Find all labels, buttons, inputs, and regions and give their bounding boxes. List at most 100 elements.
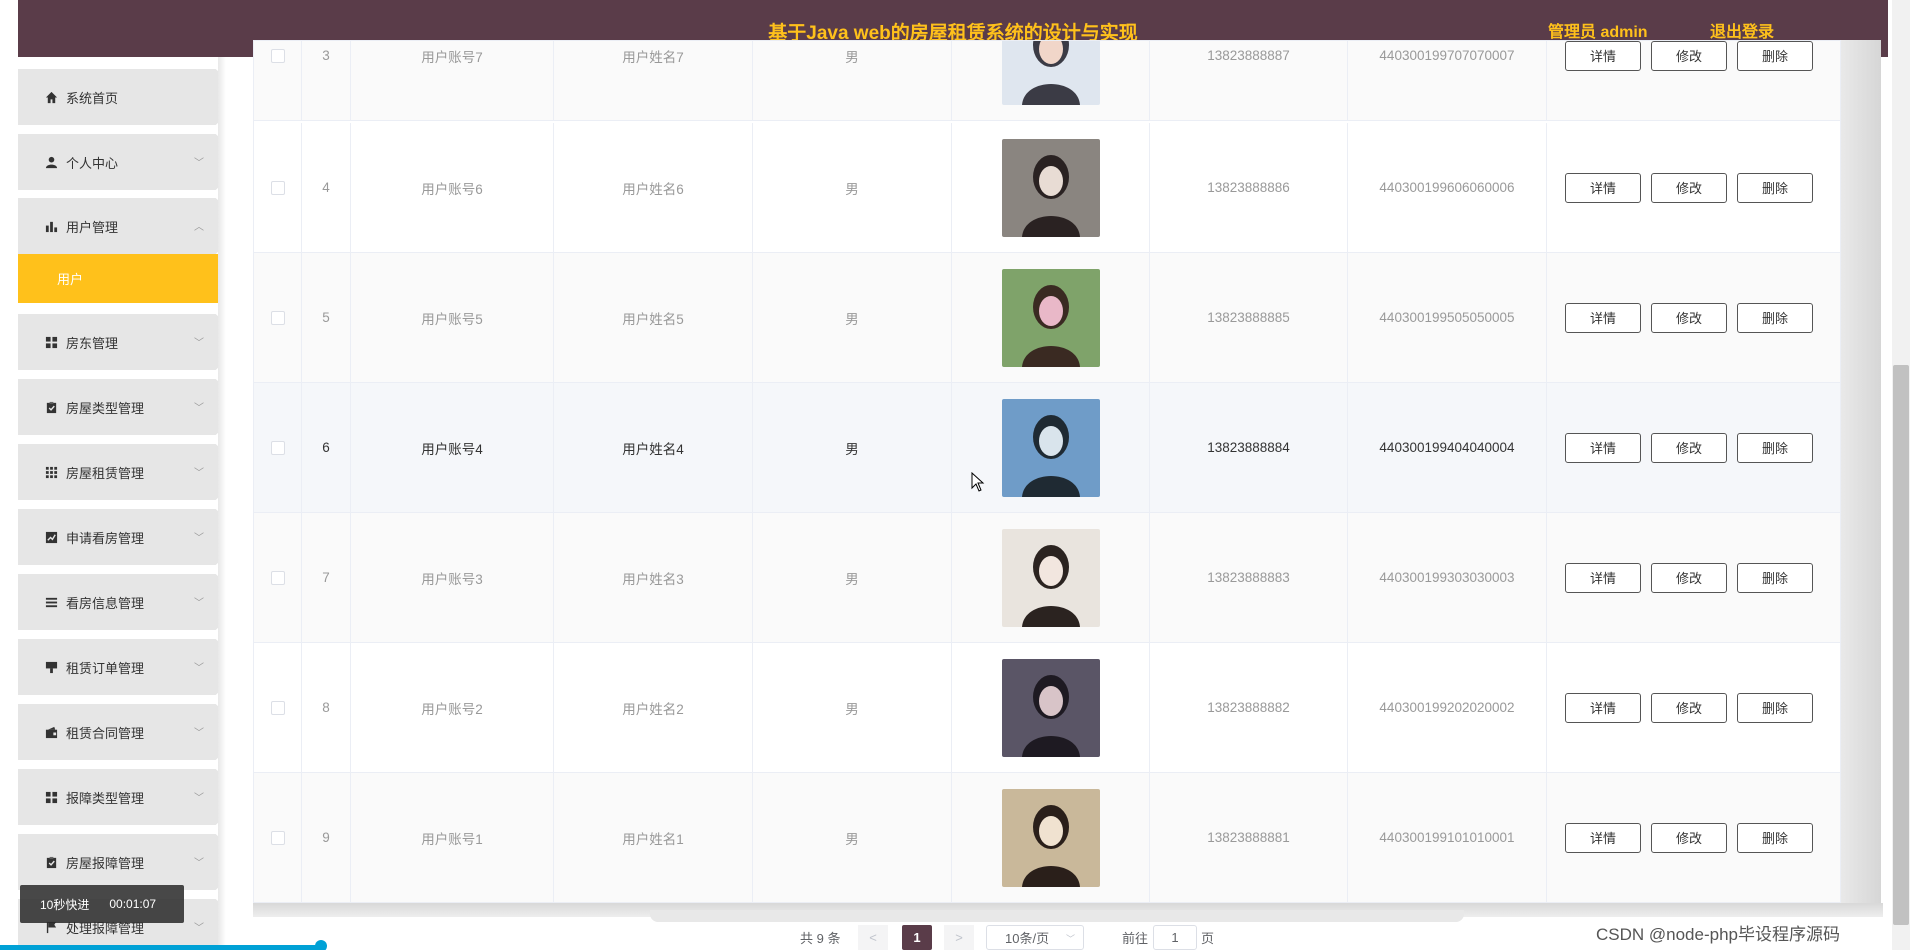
video-progress-handle[interactable] [315,940,327,950]
table-row[interactable]: 4 用户账号6 用户姓名6 男 13823888886 4403001996060600… [254,123,1840,253]
edit-button[interactable]: 修改 [1651,562,1727,593]
row-checkbox-cell [254,643,302,772]
cell-gender-text: 男 [845,49,859,65]
row-checkbox[interactable] [270,48,285,63]
cell-name: 用户姓名6 [554,123,753,252]
cell-index-text: 9 [322,830,330,845]
row-checkbox[interactable] [270,440,285,455]
cell-name: 用户姓名7 [554,41,753,120]
cell-index: 8 [302,643,351,772]
edit-button[interactable]: 修改 [1651,172,1727,203]
sidebar-item-viewing-requests[interactable]: 申请看房管理 ﹀ [18,509,224,565]
row-checkbox[interactable] [270,700,285,715]
table-row[interactable]: 3 用户账号7 用户姓名7 男 13823888887 4403001997070700… [254,41,1840,121]
page-size-select[interactable]: 10条/页 ﹀ [986,925,1084,950]
table-row[interactable]: 7 用户账号3 用户姓名3 男 13823888883 4403001993030300… [254,513,1840,643]
cell-phone: 13823888884 [1150,383,1348,512]
home-icon [44,90,58,104]
detail-button[interactable]: 详情 [1565,172,1641,203]
detail-button[interactable]: 详情 [1565,692,1641,723]
edit-button[interactable]: 修改 [1651,432,1727,463]
cell-id-card: 440300199101010001 [1348,773,1547,902]
chevron-down-icon: ﹀ [194,338,204,349]
grid-icon [44,790,58,804]
row-checkbox[interactable] [270,570,285,585]
page-number-current[interactable]: 1 [902,925,932,950]
user-photo [1001,658,1100,757]
row-checkbox[interactable] [270,830,285,845]
cell-name: 用户姓名2 [554,643,753,772]
delete-button[interactable]: 删除 [1737,432,1813,463]
table-row[interactable]: 6 用户账号4 用户姓名4 男 13823888884 4403001994040400… [254,383,1840,513]
detail-button[interactable]: 详情 [1565,302,1641,333]
sidebar-item-profile[interactable]: 个人中心 ﹀ [18,134,224,190]
goto-page-input[interactable]: 1 [1153,925,1197,950]
cell-name: 用户姓名5 [554,253,753,382]
cell-name-text: 用户姓名4 [622,441,684,457]
sidebar-item-house-types[interactable]: 房屋类型管理 ﹀ [18,379,224,435]
row-checkbox-cell [254,773,302,902]
cell-id-card-text: 440300199505050005 [1379,310,1515,325]
cell-index: 9 [302,773,351,902]
sidebar-item-rental-contracts[interactable]: 租赁合同管理 ﹀ [18,704,224,760]
cell-gender-text: 男 [845,701,859,717]
content-edge-shadow [1841,40,1881,910]
cell-account-text: 用户账号1 [421,831,483,847]
sidebar-item-viewing-info[interactable]: 看房信息管理 ﹀ [18,574,224,630]
delete-button[interactable]: 删除 [1737,172,1813,203]
detail-button[interactable]: 详情 [1565,41,1641,71]
sidebar-item-fault-types[interactable]: 报障类型管理 ﹀ [18,769,224,825]
stamp-icon [44,660,58,674]
sidebar: 系统首页 个人中心 ﹀ 用户管理 ︿ 用户 房东管理 ﹀ 房屋类型管理 ﹀ 房屋… [18,57,224,950]
row-checkbox[interactable] [270,180,285,195]
row-checkbox[interactable] [270,310,285,325]
cell-phone-text: 13823888887 [1207,48,1290,63]
edit-button[interactable]: 修改 [1651,822,1727,853]
cell-photo [952,41,1150,120]
sidebar-item-label: 申请看房管理 [66,530,145,546]
delete-button[interactable]: 删除 [1737,41,1813,71]
sidebar-item-landlords[interactable]: 房东管理 ﹀ [18,314,224,370]
scrollbar-thumb[interactable] [1893,365,1909,925]
sidebar-subitem-user[interactable]: 用户 [18,254,224,303]
sidebar-item-house-rentals[interactable]: 房屋租赁管理 ﹀ [18,444,224,500]
fast-forward-label: 10秒快进 [40,897,90,912]
delete-button[interactable]: 删除 [1737,562,1813,593]
sidebar-item-rental-orders[interactable]: 租赁订单管理 ﹀ [18,639,224,695]
cell-phone: 13823888881 [1150,773,1348,902]
detail-button[interactable]: 详情 [1565,822,1641,853]
grid-icon [44,335,58,349]
edit-button[interactable]: 修改 [1651,692,1727,723]
clipboard-icon [44,855,58,869]
cell-gender-text: 男 [845,441,859,457]
cell-name: 用户姓名1 [554,773,753,902]
cell-index: 3 [302,41,351,120]
video-fast-forward-tip: 10秒快进 00:01:07 [20,885,184,923]
sidebar-item-house-faults[interactable]: 房屋报障管理 ﹀ [18,834,224,890]
cell-id-card: 440300199404040004 [1348,383,1547,512]
edit-button[interactable]: 修改 [1651,41,1727,71]
detail-button[interactable]: 详情 [1565,562,1641,593]
video-progress-bar[interactable] [0,945,322,950]
delete-button[interactable]: 删除 [1737,692,1813,723]
user-photo [1001,138,1100,237]
prev-page-button[interactable]: < [858,925,888,950]
detail-button[interactable]: 详情 [1565,432,1641,463]
cell-account-text: 用户账号7 [421,49,483,65]
next-page-button[interactable]: > [944,925,974,950]
sidebar-item-home[interactable]: 系统首页 [18,69,224,125]
table-row[interactable]: 9 用户账号1 用户姓名1 男 13823888881 4403001991010100… [254,773,1840,902]
cell-account-text: 用户账号3 [421,571,483,587]
table-row[interactable]: 5 用户账号5 用户姓名5 男 13823888885 4403001995050500… [254,253,1840,383]
cell-phone: 13823888886 [1150,123,1348,252]
delete-button[interactable]: 删除 [1737,822,1813,853]
sidebar-item-label: 房屋报障管理 [66,855,145,871]
apps-icon [44,465,58,479]
edit-button[interactable]: 修改 [1651,302,1727,333]
cell-gender: 男 [753,123,952,252]
table-row[interactable]: 8 用户账号2 用户姓名2 男 13823888882 4403001992020200… [254,643,1840,773]
cell-actions: 详情 修改 删除 [1547,123,1840,252]
logout-link[interactable]: 退出登录 [1710,18,1774,42]
sidebar-item-users[interactable]: 用户管理 ︿ [18,198,224,254]
delete-button[interactable]: 删除 [1737,302,1813,333]
